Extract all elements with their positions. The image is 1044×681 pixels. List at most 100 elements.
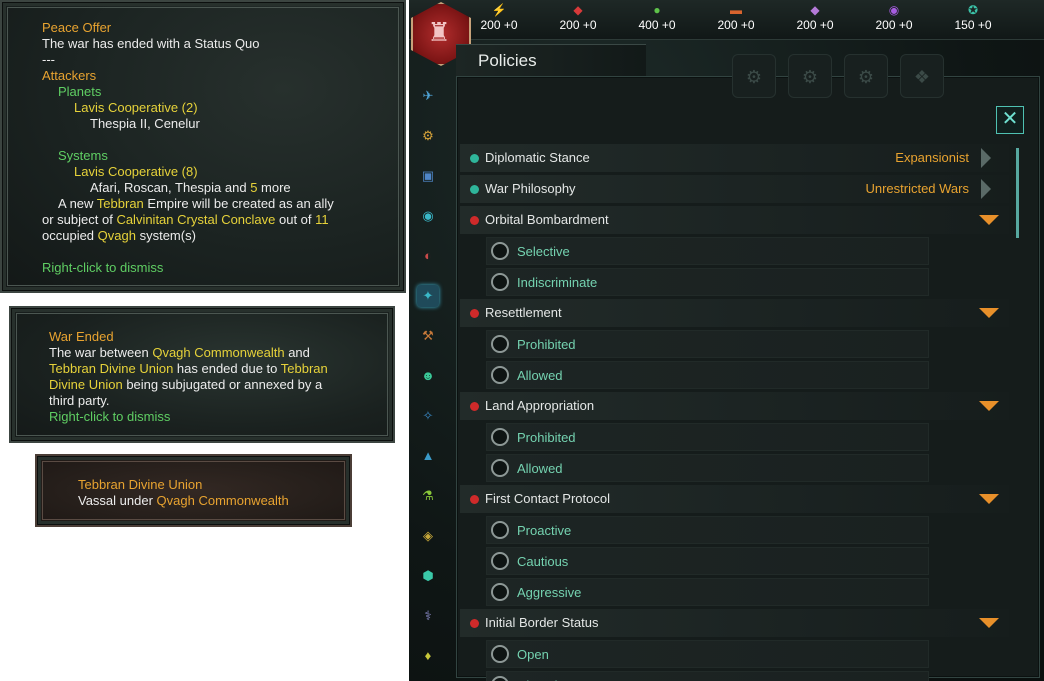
empire-name: Calvinitan Crystal Conclave: [116, 212, 276, 227]
resource-minerals[interactable]: ◆ 200 +0: [548, 2, 608, 32]
sidebar-category-icon[interactable]: ⚒: [417, 325, 439, 347]
policy-row[interactable]: Diplomatic Stance Expansionist: [460, 144, 1009, 172]
tooltip-title: Peace Offer: [42, 20, 112, 35]
policy-option[interactable]: Prohibited: [486, 423, 929, 451]
policy-option[interactable]: Allowed: [486, 361, 929, 389]
radio-button[interactable]: [491, 428, 509, 446]
resource-value: 200 +0: [875, 18, 913, 32]
policy-row[interactable]: Orbital Bombardment: [460, 206, 1009, 234]
status-dot-icon: [470, 154, 479, 163]
radio-button[interactable]: [491, 676, 509, 681]
policy-tab-icon[interactable]: ⚙: [732, 54, 776, 98]
alloys-icon: ◆: [810, 3, 820, 17]
planets-heading: Planets: [58, 84, 102, 99]
collapse-arrow-icon[interactable]: [979, 401, 999, 411]
option-label: Allowed: [517, 368, 563, 383]
option-label: Cautious: [517, 554, 569, 569]
resource-energy[interactable]: ⚡ 200 +0: [469, 2, 529, 32]
empire-name: Qvagh: [97, 228, 136, 243]
sidebar-category-icon[interactable]: ⚕: [417, 605, 439, 627]
status-dot-icon: [470, 619, 479, 628]
vassal-tooltip: Tebbran Divine Union Vassal under Qvagh …: [35, 454, 352, 527]
systems-list-more: more: [257, 180, 291, 195]
sidebar-category-icon[interactable]: ⚗: [417, 485, 439, 507]
window-title: Policies: [478, 51, 537, 70]
sidebar-category-icon[interactable]: ⬢: [417, 565, 439, 587]
sidebar-category-icon[interactable]: ▲: [417, 445, 439, 467]
policy-row[interactable]: Resettlement: [460, 299, 1009, 327]
option-label: Selective: [517, 244, 570, 259]
close-button[interactable]: ✕: [996, 106, 1024, 134]
policy-option[interactable]: Cautious: [486, 547, 929, 575]
scrollbar[interactable]: [1016, 148, 1019, 238]
sidebar-category-icon[interactable]: ◈: [417, 525, 439, 547]
policy-option[interactable]: Closed: [486, 671, 929, 681]
sidebar-category-icon[interactable]: ◉: [417, 205, 439, 227]
policy-tab-icon[interactable]: ⚙: [844, 54, 888, 98]
empire-flag-icon: ♜: [427, 17, 451, 47]
radio-button[interactable]: [491, 521, 509, 539]
policy-tab-icon[interactable]: ⚙: [788, 54, 832, 98]
policy-option[interactable]: Aggressive: [486, 578, 929, 606]
policy-option[interactable]: Open: [486, 640, 929, 668]
sidebar-category-icon[interactable]: ✦: [417, 285, 439, 307]
policy-value: Unrestricted Wars: [865, 181, 969, 196]
policy-option[interactable]: Prohibited: [486, 330, 929, 358]
policy-option[interactable]: Proactive: [486, 516, 929, 544]
resource-consumer-goods[interactable]: ▬ 200 +0: [706, 2, 766, 32]
sidebar-category-icon[interactable]: ♦: [417, 645, 439, 667]
collapse-arrow-icon[interactable]: [979, 494, 999, 504]
radio-button[interactable]: [491, 273, 509, 291]
systems-list: Afari, Roscan, Thespia and 5 more: [42, 180, 404, 196]
war-ended-tooltip: War Ended The war between Qvagh Commonwe…: [9, 306, 395, 443]
tooltip-line: Tebbran Divine Union has ended due to Te…: [49, 361, 393, 377]
radio-button[interactable]: [491, 366, 509, 384]
empire-name: Divine Union: [49, 377, 123, 392]
policy-option[interactable]: Allowed: [486, 454, 929, 482]
option-label: Prohibited: [517, 430, 576, 445]
collapse-arrow-icon[interactable]: [979, 308, 999, 318]
policy-option[interactable]: Indiscriminate: [486, 268, 929, 296]
radio-button[interactable]: [491, 335, 509, 353]
policy-row[interactable]: Initial Border Status: [460, 609, 1009, 637]
collapse-arrow-icon[interactable]: [979, 618, 999, 628]
text: Empire will be created as an ally: [143, 196, 334, 211]
policy-label: Land Appropriation: [485, 398, 595, 413]
option-label: Aggressive: [517, 585, 582, 600]
resource-influence[interactable]: ◉ 200 +0: [864, 2, 924, 32]
peace-offer-tooltip: Peace Offer The war has ended with a Sta…: [0, 0, 406, 293]
option-label: Open: [517, 647, 549, 662]
text: Vassal under: [78, 493, 157, 508]
radio-button[interactable]: [491, 459, 509, 477]
sidebar-category-icon[interactable]: ⚙: [417, 125, 439, 147]
policy-row[interactable]: First Contact Protocol: [460, 485, 1009, 513]
option-label: Prohibited: [517, 337, 576, 352]
sidebar-category-icon[interactable]: ◐: [417, 245, 439, 267]
resource-food[interactable]: ● 400 +0: [627, 2, 687, 32]
energy-icon: ⚡: [491, 3, 507, 17]
expand-arrow-icon[interactable]: [981, 179, 991, 199]
tooltip-line: The war has ended with a Status Quo: [42, 36, 260, 51]
policy-tab-icon[interactable]: ❖: [900, 54, 944, 98]
text: has ended due to: [173, 361, 281, 376]
collapse-arrow-icon[interactable]: [979, 215, 999, 225]
policy-row[interactable]: War Philosophy Unrestricted Wars: [460, 175, 1009, 203]
option-label: Allowed: [517, 461, 563, 476]
expand-arrow-icon[interactable]: [981, 148, 991, 168]
radio-button[interactable]: [491, 583, 509, 601]
text: The war between: [49, 345, 153, 360]
radio-button[interactable]: [491, 645, 509, 663]
policy-option[interactable]: Selective: [486, 237, 929, 265]
sidebar-category-icon[interactable]: ☻: [417, 365, 439, 387]
radio-button[interactable]: [491, 242, 509, 260]
radio-button[interactable]: [491, 552, 509, 570]
policy-row[interactable]: Land Appropriation: [460, 392, 1009, 420]
resource-unity[interactable]: ✪ 150 +0: [943, 2, 1003, 32]
new-empire-line: A new Tebbran Empire will be created as …: [42, 196, 404, 212]
sidebar-category-icon[interactable]: ✈: [417, 85, 439, 107]
sidebar-category-icon[interactable]: ▣: [417, 165, 439, 187]
resource-alloys[interactable]: ◆ 200 +0: [785, 2, 845, 32]
empire-name: Tebbran Divine Union: [49, 361, 174, 376]
sidebar-category-icon[interactable]: ✧: [417, 405, 439, 427]
